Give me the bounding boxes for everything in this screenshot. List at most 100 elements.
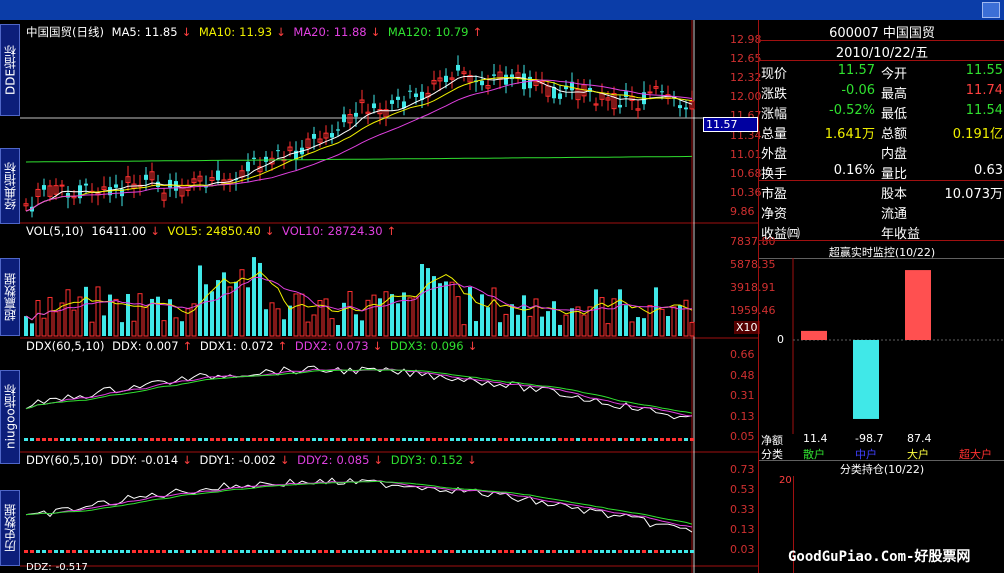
ddy-bar <box>132 550 136 553</box>
ddx-bar <box>552 438 556 441</box>
main-panel-header: 中国国贸(日线) MA5: 11.85 ↓ MA10: 11.93 ↓ MA20: 11.… <box>26 24 486 40</box>
ddy3-arrow: ↓ <box>466 453 477 467</box>
volume-bar <box>540 316 544 336</box>
ddx-bar <box>396 438 400 441</box>
volume-bar <box>552 301 556 336</box>
ddx-bar <box>480 438 484 441</box>
ddy-bar <box>48 550 52 553</box>
ddx-bar <box>660 438 664 441</box>
ddx-bar <box>588 438 592 441</box>
ddy-bar <box>444 550 448 553</box>
tab-classic[interactable]: 经典指标 <box>0 148 20 224</box>
axis-tick: 0.31 <box>730 389 755 402</box>
ddx-bar <box>324 438 328 441</box>
candle-body <box>144 174 148 180</box>
axis-tick: 11.01 <box>730 147 762 161</box>
ddx-bar <box>354 438 358 441</box>
ddy-bar <box>564 550 568 553</box>
ddy-bar <box>276 550 280 553</box>
ddx-bar <box>534 438 538 441</box>
volume-bar <box>402 292 406 336</box>
ddy-name: DDY: <box>110 453 138 467</box>
quote-value: -0.52% <box>829 103 875 118</box>
ddy-bar <box>612 550 616 553</box>
ddy-bar <box>378 550 382 553</box>
volume-bar <box>156 296 160 336</box>
quote-value: 11.57 <box>837 63 875 78</box>
tab-dde[interactable]: DDE指标 <box>0 24 20 116</box>
ddx-bar <box>150 438 154 441</box>
ddx-bar <box>144 438 148 441</box>
ddx-bar <box>282 438 286 441</box>
ddx-bar <box>558 438 562 441</box>
ddy-bar <box>312 550 316 553</box>
quote-label: 股本 <box>881 187 908 202</box>
ddy-bar <box>90 550 94 553</box>
ddx-bar <box>654 438 658 441</box>
ddx-bar <box>342 438 346 441</box>
ddy-bar <box>558 550 562 553</box>
stock-code-name: 600007 中国国贸 <box>829 26 935 41</box>
ma120-label: MA120: <box>387 25 432 39</box>
ddy-bar <box>678 550 682 553</box>
tab-history[interactable]: 历史数据 <box>0 490 20 566</box>
ma10-arrow: ↓ <box>276 25 286 39</box>
ddy-bar <box>474 550 478 553</box>
ma10-label: MA10: <box>198 25 236 39</box>
volume-bar <box>618 289 622 336</box>
volume-bar <box>258 262 262 336</box>
axis-tick: 10.36 <box>730 185 762 199</box>
axis-tick: 10.68 <box>730 166 762 180</box>
ddx3-value: 0.096 <box>430 339 464 353</box>
candle-body <box>444 75 448 83</box>
ddx-bar <box>510 438 514 441</box>
vol-value: 16411.00 <box>91 224 147 238</box>
volume-bar <box>204 284 208 336</box>
ddx-value: 0.007 <box>145 339 179 353</box>
ddz-readout: DDZ: -0.517 <box>26 562 92 573</box>
vol10-arrow: ↑ <box>386 224 397 238</box>
ddx-bar <box>528 438 532 441</box>
tab-niugoo[interactable]: niugoo指标 <box>0 370 20 464</box>
ddx-bar <box>468 438 472 441</box>
tab-chaoying[interactable]: 超赢数据 <box>0 258 20 336</box>
monitor-net-value: 11.4 <box>803 432 828 445</box>
ddy-bar <box>468 550 472 553</box>
ddx-bar <box>138 438 142 441</box>
candle-body <box>216 170 220 181</box>
ddx-bar <box>210 438 214 441</box>
ddy-bar <box>576 550 580 553</box>
axis-tick: 0.66 <box>730 348 755 361</box>
ddy-bar <box>642 550 646 553</box>
ddy-bar <box>570 550 574 553</box>
quote-label: 总量 <box>761 127 788 142</box>
volume-bar <box>426 268 430 336</box>
ddx-bar <box>156 438 160 441</box>
ddy-bar <box>306 550 310 553</box>
ddy1-arrow: ↓ <box>279 453 290 467</box>
ddy-panel-header: DDY(60,5,10) DDY: -0.014 ↓ DDY1: -0.002 ↓ DD… <box>26 453 481 467</box>
volume-bar <box>126 294 130 336</box>
candle-body <box>618 104 622 108</box>
quote-label: 流通 <box>881 207 908 222</box>
ddy-bar <box>72 550 76 553</box>
ddx-bar <box>624 438 628 441</box>
candle-body <box>246 161 250 172</box>
ddy-bar <box>492 550 496 553</box>
ddx-bar <box>432 438 436 441</box>
ddy-bar <box>636 550 640 553</box>
ddx3-arrow: ↓ <box>467 339 478 353</box>
ddx-bar <box>648 438 652 441</box>
ddx-bar <box>168 438 172 441</box>
ddy-bar <box>480 550 484 553</box>
quote-label: 今开 <box>881 67 908 82</box>
ddx-bar <box>36 438 40 441</box>
ddy-bar <box>246 550 250 553</box>
chart-area[interactable] <box>20 20 758 573</box>
window-close-button[interactable] <box>982 2 1000 18</box>
axis-tick: 0.03 <box>730 543 755 556</box>
ddx-bar <box>24 438 28 441</box>
ddy-bar <box>234 550 238 553</box>
ddy-bar <box>390 550 394 553</box>
ddy-bar <box>102 550 106 553</box>
